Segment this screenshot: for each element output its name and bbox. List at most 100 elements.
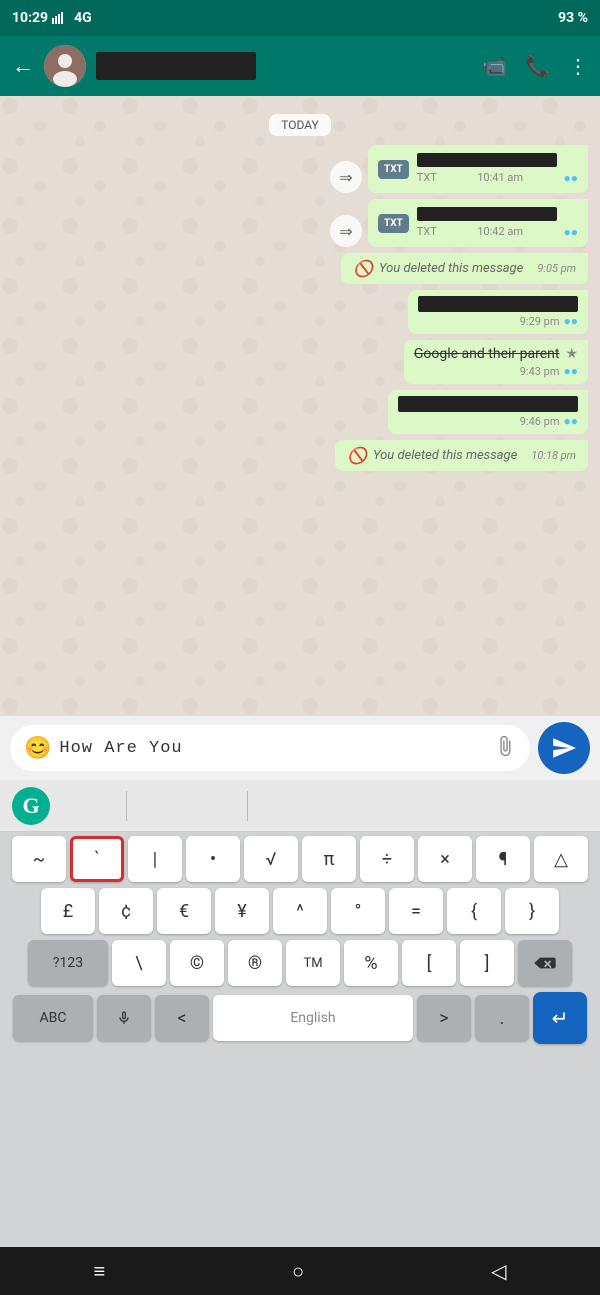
keyboard-row-2: £ ¢ € ¥ ^ ° = { } [4,888,596,934]
key-greater-than[interactable]: > [417,995,471,1041]
less-than-label: < [177,1008,186,1029]
video-call-button[interactable]: 📹 [482,54,507,78]
keyboard-area: G ~ ` | • √ π ÷ × ¶ △ £ ¢ € ¥ ^ ° [0,780,600,1247]
message-time: 9:05 pm [537,262,576,275]
divider [247,791,248,821]
key-pi[interactable]: π [302,836,356,882]
read-ticks: ●● [564,364,579,378]
nav-home-icon[interactable]: ○ [292,1259,304,1284]
status-right: 93 % [558,10,588,26]
read-ticks: ●● [564,314,579,328]
date-label: TODAY [269,114,331,136]
back-button[interactable]: ← [12,53,34,79]
key-backslash[interactable]: \ [112,940,166,986]
menu-button[interactable]: ⋮ [568,54,588,78]
battery-label: 93 % [558,10,588,26]
sim-icon [52,12,70,24]
voice-call-button[interactable]: 📞 [525,54,550,78]
key-tilde[interactable]: ~ [12,836,66,882]
grammarly-letter: G [22,793,39,819]
read-ticks: ●● [563,225,578,239]
file-info: TXT 10:42 am ●● [417,207,578,239]
file-type-label: TXT [384,218,403,229]
key-close-bracket[interactable]: ] [460,940,514,986]
keyboard-main: ~ ` | • √ π ÷ × ¶ △ £ ¢ € ¥ ^ ° = { } ?1… [0,832,600,1044]
key-backtick[interactable]: ` [70,836,124,882]
file-meta: TXT 10:41 am ●● [417,171,578,185]
key-space[interactable]: English [213,995,413,1041]
key-caret[interactable]: ^ [273,888,327,934]
header-icons: 📹 📞 ⋮ [482,54,588,78]
key-pipe[interactable]: | [128,836,182,882]
message-row: ⇒ TXT TXT 10:41 am ●● [12,145,588,193]
network-label: 4G [74,10,92,26]
key-abc[interactable]: ABC [13,995,93,1041]
avatar[interactable] [44,45,86,87]
status-bar: 10:29 4G 93 % [0,0,600,36]
key-cent[interactable]: ¢ [99,888,153,934]
message-footer: 9:46 pm ●● [398,414,578,428]
key-period[interactable]: . [475,995,529,1041]
greater-than-label: > [439,1008,448,1029]
key-degree[interactable]: ° [331,888,385,934]
send-button[interactable] [538,722,590,774]
grammarly-logo[interactable]: G [12,787,50,825]
message-time: 9:46 pm [520,415,560,428]
file-name-redacted [417,153,557,167]
bottom-nav: ≡ ○ ◁ [0,1247,600,1295]
key-copyright[interactable]: © [170,940,224,986]
file-message[interactable]: TXT TXT 10:42 am ●● [368,199,588,247]
file-type-icon: TXT [378,214,409,233]
message-time: 10:41 am [477,171,523,185]
key-numbers[interactable]: ?123 [28,940,108,986]
deleted-icon: 🚫 [353,259,373,278]
key-pilcrow[interactable]: ¶ [476,836,530,882]
message-row: 9:46 pm ●● [12,390,588,434]
key-mic[interactable] [97,995,151,1041]
file-ext: TXT [417,171,437,185]
forward-icon[interactable]: ⇒ [330,215,362,247]
key-open-brace[interactable]: { [447,888,501,934]
key-trademark[interactable]: TM [286,940,340,986]
text-message[interactable]: Google and their parent ★ 9:43 pm ●● [404,340,588,384]
forward-icon[interactable]: ⇒ [330,161,362,193]
file-type-label: TXT [384,164,403,175]
message-text[interactable]: How Are You [59,739,486,758]
deleted-message: 🚫 You deleted this message 9:05 pm [341,253,588,284]
file-type-icon: TXT [378,160,409,179]
message-input-box[interactable]: 😊 How Are You [10,725,530,771]
grammarly-dividers [66,791,588,821]
message-time: 9:43 pm [520,365,560,378]
text-message[interactable]: 9:46 pm ●● [388,390,588,434]
text-message[interactable]: 9:29 pm ●● [408,290,588,334]
key-yen[interactable]: ¥ [215,888,269,934]
message-row: 🚫 You deleted this message 9:05 pm [12,253,588,284]
key-registered[interactable]: ® [228,940,282,986]
nav-back-icon[interactable]: ◁ [491,1259,506,1283]
key-pound[interactable]: £ [41,888,95,934]
emoji-button[interactable]: 😊 [24,736,51,761]
nav-menu-icon[interactable]: ≡ [93,1259,105,1284]
time-display: 10:29 [12,10,48,26]
key-close-brace[interactable]: } [505,888,559,934]
key-bullet[interactable]: • [186,836,240,882]
key-less-than[interactable]: < [155,995,209,1041]
key-backspace[interactable] [518,940,572,986]
key-equals[interactable]: = [389,888,443,934]
keyboard-row-bottom: ABC < English > . ↵ [4,992,596,1044]
key-open-bracket[interactable]: [ [402,940,456,986]
key-multiply[interactable]: × [418,836,472,882]
key-euro[interactable]: € [157,888,211,934]
key-percent[interactable]: % [344,940,398,986]
key-triangle[interactable]: △ [534,836,588,882]
key-enter[interactable]: ↵ [533,992,587,1044]
grammarly-bar: G [0,780,600,832]
attach-button[interactable] [494,735,516,762]
file-info: TXT 10:41 am ●● [417,153,578,185]
deleted-text: You deleted this message [379,261,523,276]
key-sqrt[interactable]: √ [244,836,298,882]
key-divide[interactable]: ÷ [360,836,414,882]
file-message[interactable]: TXT TXT 10:41 am ●● [368,145,588,193]
chat-area: TODAY ⇒ TXT TXT 10:41 am ●● ⇒ TXT [0,96,600,716]
file-name-redacted [417,207,557,221]
